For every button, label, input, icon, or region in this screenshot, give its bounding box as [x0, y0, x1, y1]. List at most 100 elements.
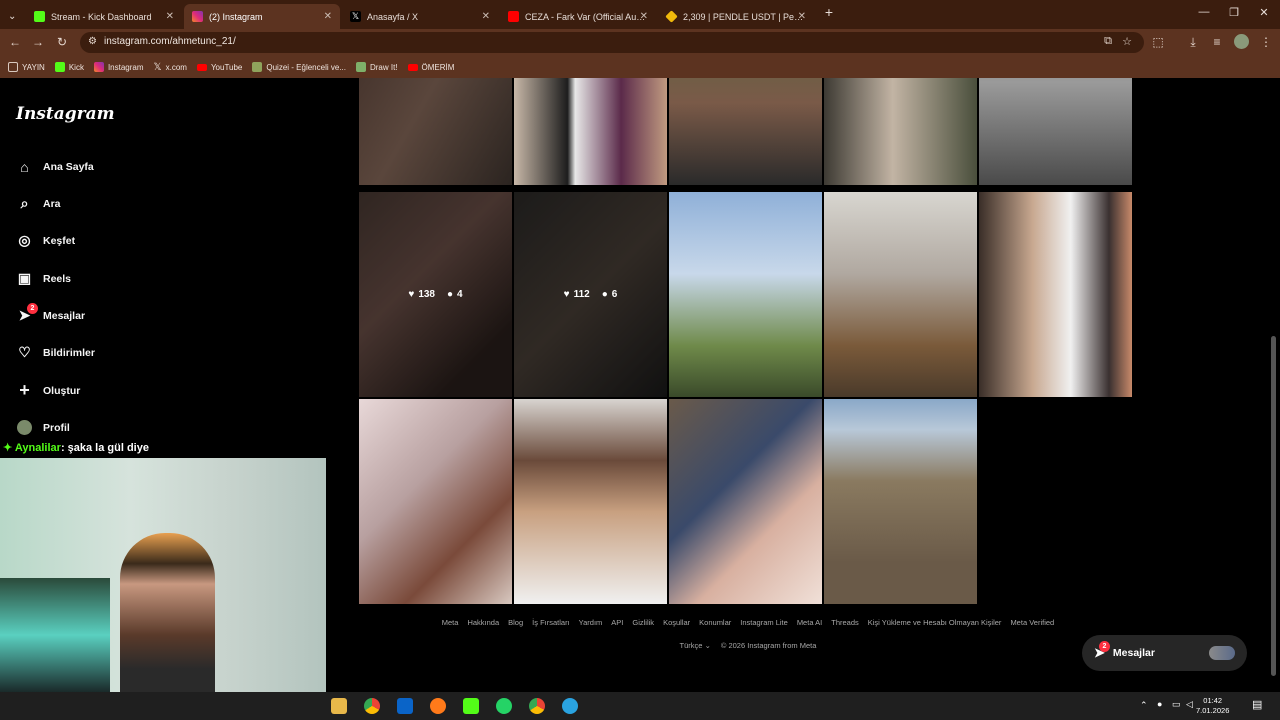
install-app-icon[interactable]: ⧉ [1104, 35, 1112, 48]
post-thumbnail[interactable] [669, 399, 822, 604]
footer-link[interactable]: Threads [831, 618, 859, 627]
chrome-icon[interactable] [364, 698, 380, 714]
post-thumbnail[interactable] [359, 399, 512, 604]
messages-floating-button[interactable]: ➤ 2 Mesajlar [1082, 635, 1247, 671]
bookmark-quizei[interactable]: Quizei - Eğlenceli ve... [252, 62, 346, 72]
nav-explore[interactable]: ◎ Keşfet [16, 232, 75, 249]
tab-search-button[interactable]: ⌄ [0, 4, 28, 29]
stream-chat-message: ✦ Aynalilar: şaka la gül diye [3, 441, 149, 454]
post-thumbnail[interactable] [669, 78, 822, 185]
nav-reels[interactable]: ▣ Reels [16, 270, 71, 287]
bookmark-star-icon[interactable]: ☆ [1122, 35, 1132, 48]
footer-link[interactable]: Meta AI [797, 618, 822, 627]
tab-youtube[interactable]: CEZA - Fark Var (Official Audio) ✕ [500, 4, 656, 29]
file-explorer-icon[interactable] [331, 698, 347, 714]
close-icon[interactable]: ✕ [166, 11, 174, 22]
close-icon[interactable]: ✕ [482, 11, 490, 22]
extensions-icon[interactable]: ⬚ [1150, 35, 1166, 49]
footer-link[interactable]: API [611, 618, 623, 627]
footer-link[interactable]: Konumlar [699, 618, 731, 627]
bookmark-yayin[interactable]: YAYIN [8, 62, 45, 72]
heart-icon: ♡ [18, 344, 31, 360]
post-thumbnail-hovered[interactable]: ♥ 138 ● 4 [359, 192, 512, 397]
close-icon[interactable]: ✕ [798, 11, 806, 22]
tab-binance[interactable]: 2,309 | PENDLE USDT | Pendle ✕ [658, 4, 814, 29]
nav-notifications[interactable]: ♡ Bildirimler [16, 344, 95, 361]
bookmark-omerim[interactable]: ÖMERİM [407, 63, 454, 72]
outlook-icon[interactable] [397, 698, 413, 714]
footer-link[interactable]: Blog [508, 618, 523, 627]
close-icon[interactable]: ✕ [640, 11, 648, 22]
system-clock[interactable]: 01:42 7.01.2026 [1196, 696, 1229, 716]
minimize-button[interactable]: — [1192, 6, 1216, 18]
tab-kick-dashboard[interactable]: Stream - Kick Dashboard ✕ [26, 4, 182, 29]
nav-profile[interactable]: Profil [16, 419, 70, 436]
footer-link[interactable]: Koşullar [663, 618, 690, 627]
close-icon[interactable]: ✕ [324, 11, 332, 22]
post-thumbnail[interactable] [824, 192, 977, 397]
new-tab-button[interactable]: + [817, 4, 841, 20]
post-thumbnail[interactable] [669, 192, 822, 397]
post-thumbnail[interactable] [979, 192, 1132, 397]
post-thumbnail[interactable] [359, 78, 512, 185]
footer-link[interactable]: Gizlilik [632, 618, 654, 627]
post-thumbnail[interactable] [514, 78, 667, 185]
quizei-icon [252, 62, 263, 72]
restore-button[interactable]: ❐ [1222, 6, 1246, 19]
instagram-icon [192, 11, 203, 22]
media-controls-icon[interactable]: ≡ [1209, 35, 1225, 49]
whatsapp-icon[interactable] [496, 698, 512, 714]
nav-home[interactable]: ⌂ Ana Sayfa [16, 158, 94, 175]
page-scrollbar[interactable] [1271, 336, 1276, 676]
nav-label: Ara [43, 197, 61, 210]
profile-avatar[interactable] [1234, 34, 1249, 49]
site-info-icon[interactable]: ⚙ [88, 36, 97, 47]
nav-label: Keşfet [43, 234, 76, 247]
post-grid: ♥ 138 ● 4 ♥ 112 ● 6 [359, 78, 1135, 604]
notification-center-icon[interactable]: ▤ [1252, 698, 1262, 711]
footer-link[interactable]: Yardım [579, 618, 603, 627]
footer-link[interactable]: Kişi Yükleme ve Hesabı Olmayan Kişiler [868, 618, 1002, 627]
tab-instagram[interactable]: (2) Instagram ✕ [184, 4, 340, 29]
firefox-icon[interactable] [430, 698, 446, 714]
kick-icon[interactable] [463, 698, 479, 714]
likes-count: 138 [418, 289, 435, 300]
telegram-icon[interactable] [562, 698, 578, 714]
youtube-icon [508, 11, 519, 22]
language-select[interactable]: Türkçe ⌄ [680, 641, 711, 650]
likes-stat: ♥ 138 [408, 289, 435, 300]
tray-chevron-icon[interactable]: ⌃ [1140, 700, 1148, 711]
back-arrow-icon[interactable]: ← [7, 35, 23, 49]
window-close-button[interactable]: ✕ [1252, 6, 1276, 19]
post-thumbnail-hovered[interactable]: ♥ 112 ● 6 [514, 192, 667, 397]
menu-kebab-icon[interactable]: ⋮ [1258, 35, 1274, 49]
bookmark-drawit[interactable]: Draw It! [355, 62, 398, 72]
post-thumbnail[interactable] [514, 399, 667, 604]
nav-messages[interactable]: ➤ 2 Mesajlar [16, 303, 85, 324]
bookmark-x[interactable]: 𝕏x.com [154, 62, 187, 73]
address-bar[interactable]: ⚙ instagram.com/ahmetunc_21/ ⧉ ☆ [80, 32, 1144, 53]
reload-icon[interactable]: ↻ [54, 35, 70, 49]
network-icon[interactable]: ▭ [1172, 699, 1181, 710]
bookmark-kick[interactable]: Kick [54, 62, 84, 72]
instagram-logo[interactable]: Instagram [16, 104, 115, 124]
footer-link[interactable]: Instagram Lite [740, 618, 788, 627]
volume-icon[interactable]: ◁ [1186, 699, 1193, 710]
footer-link[interactable]: Hakkında [467, 618, 499, 627]
bookmark-instagram[interactable]: Instagram [93, 62, 144, 72]
footer-link[interactable]: Meta Verified [1010, 618, 1054, 627]
forward-arrow-icon[interactable]: → [30, 35, 46, 49]
footer-link[interactable]: Meta [442, 618, 459, 627]
nav-create[interactable]: + Oluştur [16, 380, 80, 400]
download-icon[interactable]: ⤓ [1185, 35, 1201, 50]
comment-icon: ● [601, 289, 608, 300]
bookmark-youtube[interactable]: YouTube [196, 63, 242, 72]
post-thumbnail[interactable] [979, 78, 1132, 185]
post-thumbnail[interactable] [824, 78, 977, 185]
post-thumbnail[interactable] [824, 399, 977, 604]
footer-link[interactable]: İş Fırsatları [532, 618, 570, 627]
microphone-icon[interactable]: ● [1157, 699, 1162, 709]
nav-search[interactable]: ⌕ Ara [16, 195, 61, 212]
tab-x[interactable]: 𝕏 Anasayfa / X ✕ [342, 4, 498, 29]
chrome-active-icon[interactable] [529, 698, 545, 714]
